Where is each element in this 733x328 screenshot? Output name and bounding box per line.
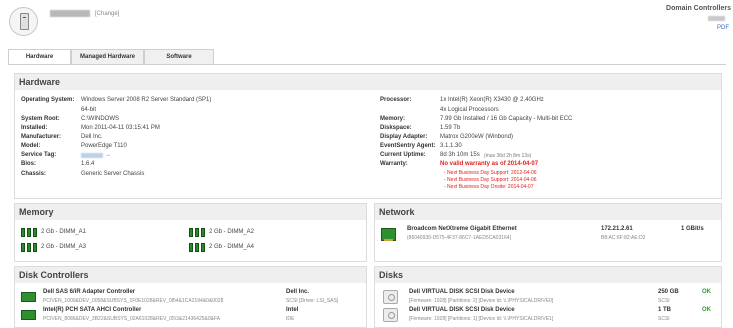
hw-label-warranty: Warranty: — [380, 161, 408, 167]
hw-label-display-adapter: Display Adapter: — [380, 134, 428, 140]
memory-module-icon — [21, 243, 38, 252]
hw-value-logical-processors: 4x Logical Processors — [440, 107, 499, 113]
network-adapter-ip: 172.21.2.61 — [601, 226, 633, 232]
disk-2-status: OK — [702, 307, 711, 313]
hw-value-manufacturer: Dell Inc. — [81, 134, 103, 140]
hw-label-model: Model: — [21, 143, 41, 149]
disk-1-size: 250 GB — [658, 289, 679, 295]
hard-disk-icon — [383, 308, 398, 322]
change-link[interactable]: [Change] — [95, 11, 119, 17]
hw-label-bios: Bios: — [21, 161, 36, 167]
hw-value-bios: 1.6.4 — [81, 161, 95, 167]
warranty-line-3: - Next Business Day Onsite: 2014-04-07 — [444, 184, 534, 190]
hw-label-service-tag: Service Tag: — [21, 152, 57, 158]
tab-hardware[interactable]: Hardware — [8, 49, 71, 65]
hard-disk-icon — [383, 290, 398, 304]
memory-module-a1: 2 Gb - DIMM_A1 — [41, 229, 87, 235]
disks-header: Disks — [375, 267, 721, 283]
hw-value-diskspace: 1.59 Tb — [440, 125, 461, 131]
hw-label-processor: Processor: — [380, 97, 412, 103]
network-title: Network — [379, 207, 415, 217]
memory-module-a2: 2 Gb - DIMM_A2 — [209, 229, 255, 235]
controller-1-vendor: Dell Inc. — [286, 289, 310, 295]
controller-icon — [21, 292, 36, 302]
hw-value-uptime-max: (max 36d 2h 8m 13s) — [484, 153, 532, 159]
hw-label-os: Operating System: — [21, 97, 75, 103]
disk-1-status: OK — [702, 289, 711, 295]
memory-module-icon — [189, 243, 206, 252]
hw-value-display-adapter: Matrox G200eW (Winbond) — [440, 134, 514, 140]
hw-value-agent: 3.1.1.30 — [440, 143, 462, 149]
tab-software[interactable]: Software — [144, 49, 214, 64]
disks-title: Disks — [379, 270, 404, 280]
controller-icon — [21, 310, 36, 320]
hw-label-diskspace: Diskspace: — [380, 125, 412, 131]
hardware-title: Hardware — [19, 77, 61, 87]
hw-label-agent: EventSentry Agent: — [380, 143, 436, 149]
controller-2-name: Intel(R) PCH SATA AHCI Controller — [43, 307, 142, 313]
network-card-icon — [381, 228, 396, 241]
hardware-header: Hardware — [15, 74, 721, 90]
controller-2-driver: IDE — [286, 316, 295, 322]
disk-controllers-header: Disk Controllers — [15, 267, 366, 283]
memory-header: Memory — [15, 204, 366, 220]
service-tag-arrow-icon[interactable]: → — [105, 152, 111, 158]
controller-2-vendor: Intel — [286, 307, 299, 313]
server-icon — [9, 7, 38, 36]
disk-1-info: [Firmware: 1028] [Partitions: 2] [Device… — [409, 298, 554, 304]
warranty-status: No valid warranty as of 2014-04-07 — [440, 161, 539, 167]
hw-value-model: PowerEdge T110 — [81, 143, 127, 149]
tab-divider — [8, 64, 726, 65]
memory-module-a3: 2 Gb - DIMM_A3 — [41, 244, 87, 250]
memory-module-a4: 2 Gb - DIMM_A4 — [209, 244, 255, 250]
memory-panel: Memory 2 Gb - DIMM_A1 2 Gb - DIMM_A2 2 G… — [14, 203, 367, 262]
network-panel: Network Broadcom NetXtreme Gigabit Ether… — [374, 203, 722, 262]
tab-managed-hardware[interactable]: Managed Hardware — [71, 49, 144, 64]
hw-label-memory: Memory: — [380, 116, 406, 122]
hw-label-uptime: Current Uptime: — [380, 152, 426, 158]
domain-name-redacted — [708, 16, 725, 21]
disks-panel: Disks Dell VIRTUAL DISK SCSI Disk Device… — [374, 266, 722, 328]
disk-2-name: Dell VIRTUAL DISK SCSI Disk Device — [409, 307, 515, 313]
warranty-line-2: - Next Business Day Support: 2014-04-06 — [444, 177, 537, 183]
memory-title: Memory — [19, 207, 54, 217]
controller-2-id: PCIVEN_8086&DEV_3B22&SUBSYS_02A61028&REV… — [43, 316, 221, 322]
service-tag-redacted[interactable] — [81, 153, 103, 158]
hw-value-memory: 7.99 Gb Installed / 16 Gb Capacity - Mul… — [440, 116, 573, 122]
server-name-redacted — [50, 10, 90, 17]
hw-value-os: Windows Server 2008 R2 Server Standard (… — [81, 97, 212, 103]
network-header: Network — [375, 204, 721, 220]
pdf-link[interactable]: PDF — [717, 25, 729, 31]
hw-value-installed: Mon 2011-04-11 03:15:41 PM — [81, 125, 160, 131]
hw-label-installed: Installed: — [21, 125, 48, 131]
disk-controllers-title: Disk Controllers — [19, 270, 89, 280]
network-adapter-id: {86040930-D575-4F37-86C7-1AED5CA03164} — [407, 235, 512, 241]
warranty-line-1: - Next Business Day Support: 2012-04-06 — [444, 170, 537, 176]
hw-label-chassis: Chassis: — [21, 171, 47, 177]
controller-1-driver: SCSI [Driver: LSI_SAS] — [286, 298, 339, 304]
hardware-panel: Hardware Operating System: Windows Serve… — [14, 73, 722, 199]
disk-2-type: SCSI — [658, 316, 670, 322]
hw-label-manufacturer: Manufacturer: — [21, 134, 62, 140]
memory-module-icon — [21, 228, 38, 237]
hw-value-processor: 1x Intel(R) Xeon(R) X3430 @ 2.40GHz — [440, 97, 544, 103]
domain-title: Domain Controllers — [666, 5, 731, 12]
disk-2-info: [Firmware: 1028] [Partitions: 1] [Device… — [409, 316, 554, 322]
network-adapter-name: Broadcom NetXtreme Gigabit Ethernet — [407, 226, 517, 232]
hw-value-chassis: Generic Server Chassis — [81, 171, 145, 177]
controller-1-id: PCIVEN_1000&DEV_0058&SUBSYS_1F0E1028&REV… — [43, 298, 224, 304]
disk-1-name: Dell VIRTUAL DISK SCSI Disk Device — [409, 289, 515, 295]
network-adapter-speed: 1 GBit/s — [681, 226, 704, 232]
hw-value-system-root: C:\WINDOWS — [81, 116, 119, 122]
hw-value-os-arch: 64-bit — [81, 107, 97, 113]
disk-2-size: 1 TB — [658, 307, 672, 313]
network-adapter-mac: B8:AC:6F:82:AE:D2 — [601, 235, 646, 241]
page-header: [Change] Domain Controllers PDF — [0, 0, 733, 48]
disk-1-type: SCSI — [658, 298, 670, 304]
hw-label-system-root: System Root: — [21, 116, 60, 122]
disk-controllers-panel: Disk Controllers Dell SAS 6/iR Adapter C… — [14, 266, 367, 328]
controller-1-name: Dell SAS 6/iR Adapter Controller — [43, 289, 136, 295]
hw-value-uptime: 8d 3h 10m 15s — [440, 152, 480, 158]
memory-module-icon — [189, 228, 206, 237]
